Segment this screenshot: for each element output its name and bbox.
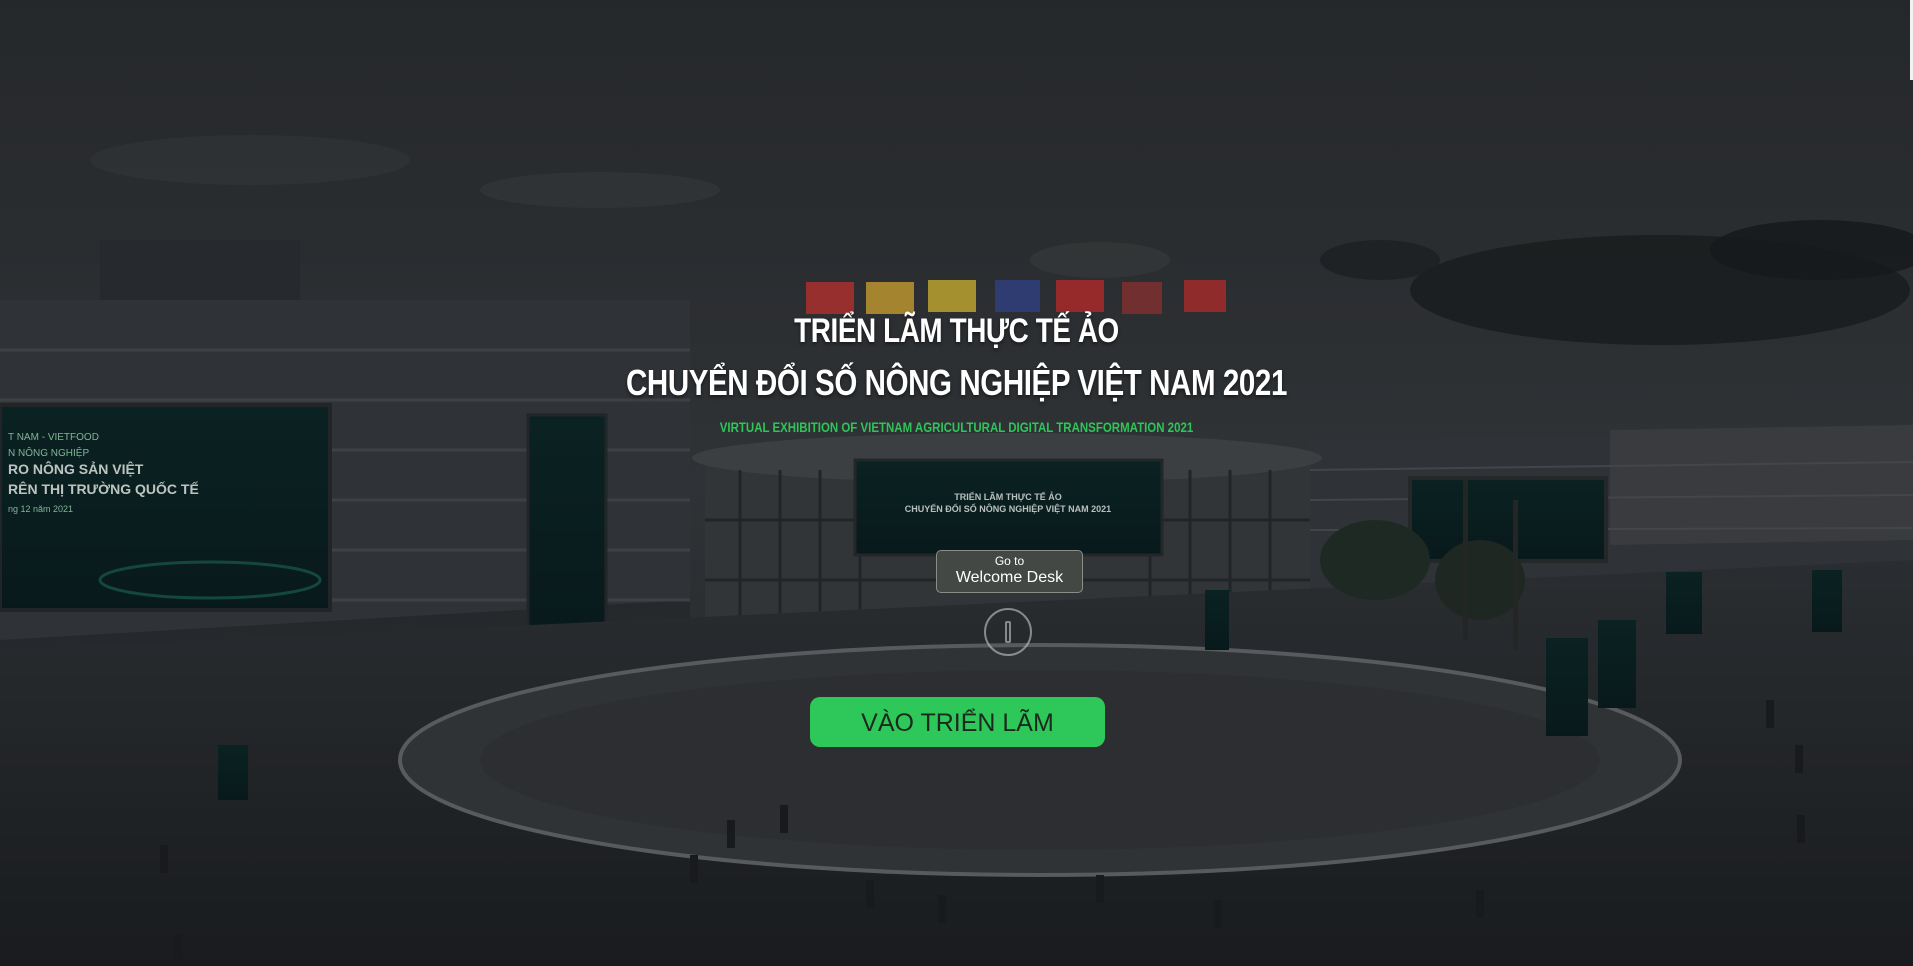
go-to-welcome-desk-button[interactable]: Go to Welcome Desk <box>936 550 1083 593</box>
enter-exhibition-button[interactable]: VÀO TRIỂN LÃM <box>810 697 1105 747</box>
exhibition-title-vi-line2: CHUYỂN ĐỔI SỐ NÔNG NGHIỆP VIỆT NAM 2021 <box>626 362 1287 403</box>
play-bar-shape <box>1005 621 1011 643</box>
welcome-desk-line2: Welcome Desk <box>955 569 1064 586</box>
exhibition-title-vi-line1: TRIỂN LÃM THỰC TẾ ẢO <box>794 312 1119 350</box>
dim-overlay <box>0 0 1913 966</box>
welcome-desk-line1: Go to <box>994 554 1025 568</box>
play-circle-icon[interactable] <box>984 608 1032 656</box>
exhibition-subtitle-en: VIRTUAL EXHIBITION OF VIETNAM AGRICULTUR… <box>719 419 1194 435</box>
